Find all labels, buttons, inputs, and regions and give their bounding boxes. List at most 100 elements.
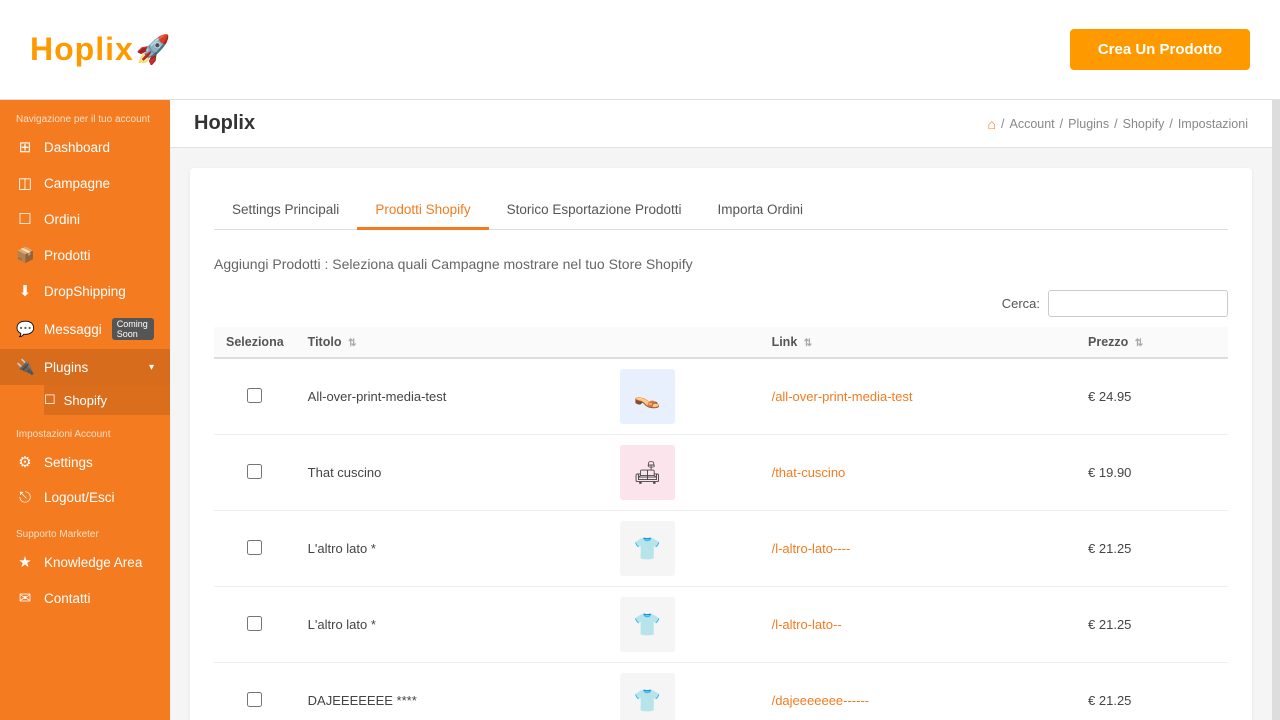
crea-prodotto-button[interactable]: Crea Un Prodotto: [1070, 29, 1250, 70]
right-scrollbar[interactable]: [1272, 100, 1280, 720]
table-row: That cuscino🛋/that-cuscino€ 19.90: [214, 435, 1228, 511]
product-checkbox[interactable]: [247, 540, 262, 555]
sidebar-item-label: Plugins: [44, 360, 139, 375]
product-image-cell: 👕: [608, 587, 760, 663]
table-row: L'altro lato *👕 /l-altro-lato---- € 21.25: [214, 511, 1228, 587]
sidebar: Navigazione per il tuo account ⊞ Dashboa…: [0, 100, 170, 720]
logo-text: Hoplix: [30, 31, 134, 68]
plugins-icon: 🔌: [16, 358, 34, 376]
checkbox-cell: [214, 435, 296, 511]
product-link[interactable]: /all-over-print-media-test: [772, 389, 913, 404]
search-row: Cerca:: [214, 290, 1228, 317]
table-body: All-over-print-media-test👡 /all-over-prin…: [214, 358, 1228, 720]
sidebar-item-contatti[interactable]: ✉ Contatti: [0, 580, 170, 616]
product-price: € 21.25: [1076, 663, 1228, 720]
search-input[interactable]: [1048, 290, 1228, 317]
product-checkbox[interactable]: [247, 464, 262, 479]
breadcrumb-account[interactable]: Account: [1009, 117, 1054, 131]
settings-section-label: Impostazioni Account: [0, 415, 170, 444]
sidebar-item-messaggi[interactable]: 💬 Messaggi Coming Soon: [0, 309, 170, 349]
sidebar-item-label: Ordini: [44, 212, 154, 227]
product-price: € 19.90: [1076, 435, 1228, 511]
sidebar-sub-label: Shopify: [64, 393, 107, 408]
sidebar-item-label: Settings: [44, 455, 154, 470]
sidebar-item-campagne[interactable]: ◫ Campagne: [0, 165, 170, 201]
sidebar-item-label: Contatti: [44, 591, 154, 606]
breadcrumb-separator: /: [1169, 117, 1172, 131]
sidebar-item-label: DropShipping: [44, 284, 154, 299]
product-image-cell: 👡: [608, 358, 760, 435]
product-image-cell: 👕: [608, 663, 760, 720]
coming-soon-badge: Coming Soon: [112, 318, 154, 340]
sidebar-item-logout[interactable]: ⎋ Logout/Esci: [0, 480, 170, 515]
checkbox-cell: [214, 663, 296, 720]
product-checkbox[interactable]: [247, 388, 262, 403]
product-thumbnail: 👡: [620, 369, 675, 424]
product-thumbnail: 👕: [620, 521, 675, 576]
product-link-cell: /l-altro-lato--: [760, 587, 1076, 663]
heading-bold: Aggiungi Prodotti :: [214, 256, 332, 272]
table-header: Seleziona Titolo ⇅ Link ⇅ Prezzo ⇅: [214, 327, 1228, 358]
breadcrumb-plugins[interactable]: Plugins: [1068, 117, 1109, 131]
sidebar-item-dropshipping[interactable]: ⬇ DropShipping: [0, 273, 170, 309]
sidebar-item-settings[interactable]: ⚙ Settings: [0, 444, 170, 480]
tabs: Settings Principali Prodotti Shopify Sto…: [214, 192, 1228, 230]
table-row: All-over-print-media-test👡 /all-over-prin…: [214, 358, 1228, 435]
product-link[interactable]: /dajeeeeeee------: [772, 693, 870, 708]
sidebar-item-shopify[interactable]: ☐ Shopify: [44, 385, 170, 415]
th-link[interactable]: Link ⇅: [760, 327, 1076, 358]
sidebar-item-prodotti[interactable]: 📦 Prodotti: [0, 237, 170, 273]
th-prezzo[interactable]: Prezzo ⇅: [1076, 327, 1228, 358]
page-title: Hoplix: [194, 112, 255, 135]
product-title: DAJEEEEEEE ****: [296, 663, 608, 720]
tab-importa-ordini[interactable]: Importa Ordini: [699, 192, 821, 230]
product-link-cell: /all-over-print-media-test: [760, 358, 1076, 435]
product-title: L'altro lato *: [296, 511, 608, 587]
knowledge-area-icon: ★: [16, 553, 34, 571]
search-label: Cerca:: [1002, 296, 1040, 311]
sidebar-item-label: Prodotti: [44, 248, 154, 263]
product-checkbox[interactable]: [247, 692, 262, 707]
product-link[interactable]: /l-altro-lato----: [772, 541, 851, 556]
th-image: [608, 327, 760, 358]
ordini-icon: ☐: [16, 210, 34, 228]
sidebar-item-ordini[interactable]: ☐ Ordini: [0, 201, 170, 237]
th-seleziona: Seleziona: [214, 327, 296, 358]
shopify-icon: ☐: [44, 392, 56, 408]
checkbox-cell: [214, 587, 296, 663]
breadcrumb: ⌂ / Account / Plugins / Shopify / Impost…: [988, 116, 1248, 132]
breadcrumb-separator: /: [1060, 117, 1063, 131]
product-price: € 21.25: [1076, 511, 1228, 587]
dropshipping-icon: ⬇: [16, 282, 34, 300]
product-link-cell: /dajeeeeeee------: [760, 663, 1076, 720]
tab-prodotti-shopify[interactable]: Prodotti Shopify: [357, 192, 488, 230]
sidebar-item-knowledge-area[interactable]: ★ Knowledge Area: [0, 544, 170, 580]
product-thumbnail: 🛋: [620, 445, 675, 500]
product-checkbox[interactable]: [247, 616, 262, 631]
product-link-cell: /that-cuscino: [760, 435, 1076, 511]
product-link-cell: /l-altro-lato----: [760, 511, 1076, 587]
th-titolo[interactable]: Titolo ⇅: [296, 327, 608, 358]
contatti-icon: ✉: [16, 589, 34, 607]
product-link[interactable]: /that-cuscino: [772, 465, 846, 480]
breadcrumb-separator: /: [1114, 117, 1117, 131]
tab-storico-esportazione[interactable]: Storico Esportazione Prodotti: [489, 192, 700, 230]
product-image-cell: 🛋: [608, 435, 760, 511]
sidebar-item-plugins[interactable]: 🔌 Plugins ▾: [0, 349, 170, 385]
sort-icon: ⇅: [348, 338, 356, 349]
sidebar-item-label: Knowledge Area: [44, 555, 154, 570]
table-row: L'altro lato *👕/l-altro-lato--€ 21.25: [214, 587, 1228, 663]
chevron-down-icon: ▾: [149, 362, 154, 373]
tab-settings-principali[interactable]: Settings Principali: [214, 192, 357, 230]
product-title: All-over-print-media-test: [296, 358, 608, 435]
sidebar-item-dashboard[interactable]: ⊞ Dashboard: [0, 129, 170, 165]
products-table: Seleziona Titolo ⇅ Link ⇅ Prezzo ⇅ All-o…: [214, 327, 1228, 720]
product-link[interactable]: /l-altro-lato--: [772, 617, 842, 632]
messaggi-icon: 💬: [16, 320, 34, 338]
checkbox-cell: [214, 511, 296, 587]
breadcrumb-shopify[interactable]: Shopify: [1123, 117, 1165, 131]
content-area: Hoplix ⌂ / Account / Plugins / Shopify /…: [170, 100, 1272, 720]
logout-icon: ⎋: [16, 489, 34, 506]
home-icon[interactable]: ⌂: [988, 116, 996, 132]
product-price: € 24.95: [1076, 358, 1228, 435]
